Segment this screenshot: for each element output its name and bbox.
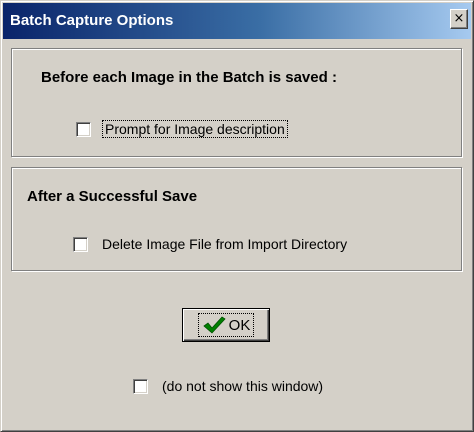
- prompt-description-checkbox[interactable]: [76, 121, 91, 137]
- before-save-heading: Before each Image in the Batch is saved …: [41, 69, 337, 86]
- close-button[interactable]: ×: [450, 9, 468, 29]
- ok-label: OK: [228, 316, 251, 334]
- title-bar[interactable]: Batch Capture Options ×: [3, 3, 471, 39]
- ok-button-content: OK: [197, 313, 255, 337]
- close-icon: ×: [453, 11, 465, 26]
- delete-image-file-option[interactable]: Delete Image File from Import Directory: [73, 235, 349, 253]
- after-save-group: After a Successful Save Delete Image Fil…: [11, 167, 462, 271]
- dont-show-label[interactable]: (do not show this window): [160, 378, 325, 394]
- dont-show-option[interactable]: (do not show this window): [133, 377, 325, 395]
- checkmark-icon: [203, 316, 226, 334]
- batch-capture-options-dialog: Batch Capture Options × Before each Imag…: [0, 0, 474, 432]
- delete-image-file-label[interactable]: Delete Image File from Import Directory: [100, 236, 349, 252]
- prompt-description-label[interactable]: Prompt for Image description: [102, 120, 288, 138]
- window-title: Batch Capture Options: [10, 12, 174, 29]
- dont-show-checkbox[interactable]: [133, 378, 148, 394]
- before-save-group: Before each Image in the Batch is saved …: [11, 48, 462, 157]
- after-save-heading: After a Successful Save: [27, 188, 198, 205]
- delete-image-file-checkbox[interactable]: [73, 236, 88, 252]
- ok-button[interactable]: OK: [182, 308, 270, 342]
- prompt-description-option[interactable]: Prompt for Image description: [76, 120, 288, 138]
